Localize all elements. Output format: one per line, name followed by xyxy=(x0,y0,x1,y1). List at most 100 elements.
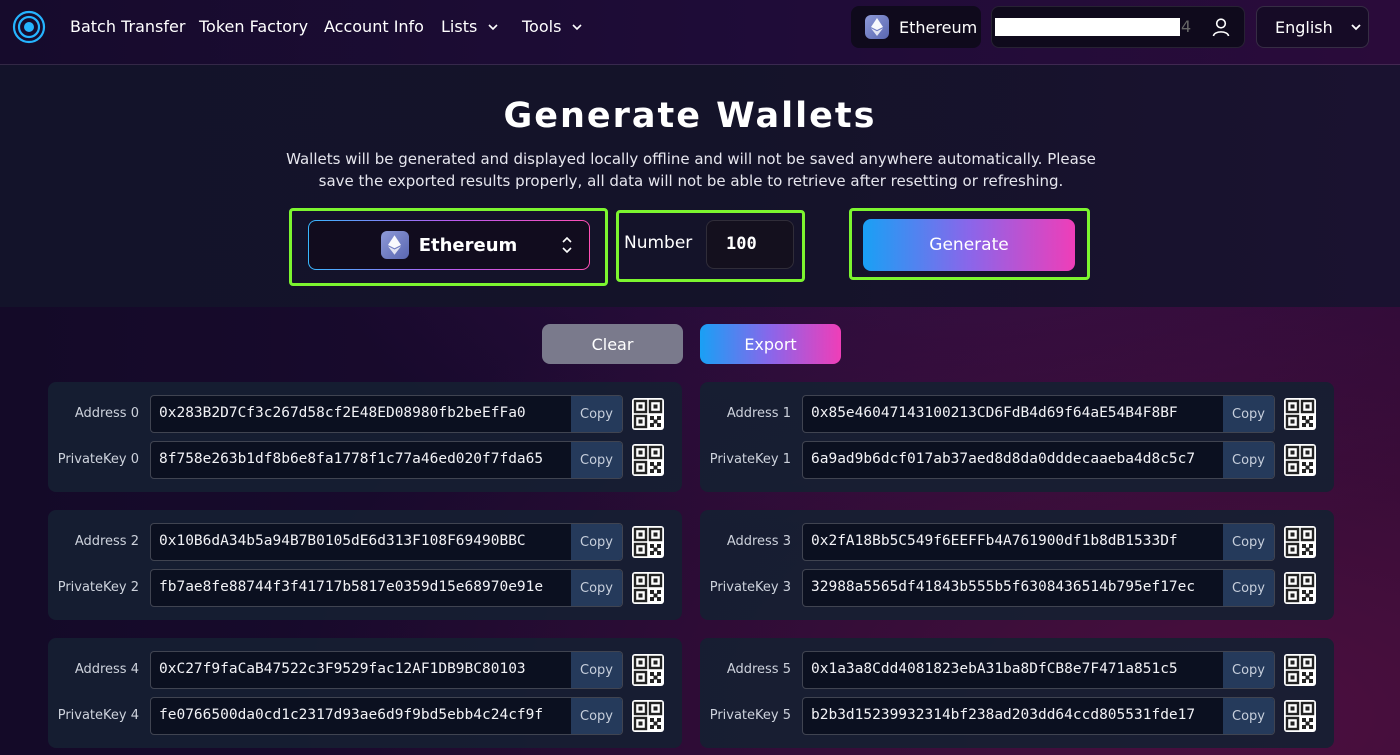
address-field[interactable]: 0x85e46047143100213CD6FdB4d69f64aE54B4F8… xyxy=(802,395,1275,433)
network-selector[interactable]: Ethereum xyxy=(851,6,981,48)
private-key-label: PrivateKey 1 xyxy=(709,452,791,467)
nav-token-factory-label: Token Factory xyxy=(199,17,309,36)
address-value: 0x283B2D7Cf3c267d58cf2E48ED08980fb2beEfF… xyxy=(159,405,526,421)
export-button[interactable]: Export xyxy=(700,324,841,364)
copy-private-key-button[interactable]: Copy xyxy=(571,442,622,478)
private-key-field[interactable]: 8f758e263b1df8b6e8fa1778f1c77a46ed020f7f… xyxy=(150,441,623,479)
address-field[interactable]: 0x10B6dA34b5a94B7B0105dE6d313F108F69490B… xyxy=(150,523,623,561)
redacted-address xyxy=(995,18,1180,36)
network-name: Ethereum xyxy=(899,17,978,37)
user-icon xyxy=(1212,18,1230,37)
address-label: Address 4 xyxy=(74,662,139,677)
chain-select-value: Ethereum xyxy=(418,234,518,256)
nav-tools-menu[interactable]: Tools xyxy=(522,17,583,36)
copy-private-key-button[interactable]: Copy xyxy=(1223,442,1274,478)
address-field[interactable]: 0x1a3a8Cdd4081823ebA31ba8DfCB8e7F471a851… xyxy=(802,651,1275,689)
qr-code-icon[interactable] xyxy=(632,654,664,686)
copy-address-button[interactable]: Copy xyxy=(1223,652,1274,688)
nav-lists-menu[interactable]: Lists xyxy=(441,17,499,36)
address-label: Address 3 xyxy=(726,534,791,549)
private-key-row: PrivateKey 5 b2b3d15239932314bf238ad203d… xyxy=(700,697,1334,735)
address-value: 0xC27f9faCaB47522c3F9529fac12AF1DB9BC801… xyxy=(159,661,526,677)
private-key-value: fe0766500da0cd1c2317d93ae6d9f9bd5ebb4c24… xyxy=(159,707,544,723)
copy-address-button[interactable]: Copy xyxy=(571,652,622,688)
private-key-field[interactable]: 32988a5565df41843b555b5f6308436514b795ef… xyxy=(802,569,1275,607)
private-key-field[interactable]: 6a9ad9b6dcf017ab37aed8d8da0dddecaaeba4d8… xyxy=(802,441,1275,479)
nav-account-info[interactable]: Account Info xyxy=(324,17,424,36)
clear-button[interactable]: Clear xyxy=(542,324,683,364)
address-value: 0x2fA18Bb5C549f6EEFFb4A761900df1b8dB1533… xyxy=(811,533,1178,549)
page-description: Wallets will be generated and displayed … xyxy=(286,150,1096,190)
page-title: Generate Wallets xyxy=(503,96,877,136)
copy-private-key-button[interactable]: Copy xyxy=(571,570,622,606)
address-row: Address 2 0x10B6dA34b5a94B7B0105dE6d313F… xyxy=(48,523,682,561)
qr-code-icon[interactable] xyxy=(1284,444,1316,476)
nav-token-factory[interactable]: Token Factory xyxy=(199,17,308,36)
copy-address-button[interactable]: Copy xyxy=(571,524,622,560)
private-key-row: PrivateKey 4 fe0766500da0cd1c2317d93ae6d… xyxy=(48,697,682,735)
top-nav: Batch Transfer Token Factory Account Inf… xyxy=(0,0,1400,65)
private-key-label: PrivateKey 5 xyxy=(709,708,791,723)
export-button-label: Export xyxy=(744,334,797,354)
address-label: Address 5 xyxy=(726,662,791,677)
private-key-value: 6a9ad9b6dcf017ab37aed8d8da0dddecaaeba4d8… xyxy=(811,451,1196,467)
private-key-field[interactable]: fe0766500da0cd1c2317d93ae6d9f9bd5ebb4c24… xyxy=(150,697,623,735)
copy-address-button[interactable]: Copy xyxy=(571,396,622,432)
private-key-value: 8f758e263b1df8b6e8fa1778f1c77a46ed020f7f… xyxy=(159,451,544,467)
ethereum-icon xyxy=(865,15,889,39)
private-key-label: PrivateKey 0 xyxy=(57,452,139,467)
qr-code-icon[interactable] xyxy=(1284,654,1316,686)
private-key-row: PrivateKey 2 fb7ae8fe88744f3f41717b5817e… xyxy=(48,569,682,607)
copy-private-key-button[interactable]: Copy xyxy=(1223,698,1274,734)
address-field[interactable]: 0x2fA18Bb5C549f6EEFFb4A761900df1b8dB1533… xyxy=(802,523,1275,561)
private-key-row: PrivateKey 3 32988a5565df41843b555b5f630… xyxy=(700,569,1334,607)
up-down-chevron-icon xyxy=(562,236,572,254)
copy-private-key-button[interactable]: Copy xyxy=(571,698,622,734)
number-label: Number xyxy=(624,233,693,253)
qr-code-icon[interactable] xyxy=(1284,398,1316,430)
qr-code-icon[interactable] xyxy=(632,572,664,604)
nav-account-info-label: Account Info xyxy=(324,17,424,36)
wallet-card-4: Address 4 0xC27f9faCaB47522c3F9529fac12A… xyxy=(48,638,682,748)
private-key-label: PrivateKey 4 xyxy=(57,708,139,723)
address-field[interactable]: 0xC27f9faCaB47522c3F9529fac12AF1DB9BC801… xyxy=(150,651,623,689)
app-logo-icon[interactable] xyxy=(12,10,46,44)
private-key-value: b2b3d15239932314bf238ad203dd64ccd805531f… xyxy=(811,707,1196,723)
copy-private-key-button[interactable]: Copy xyxy=(1223,570,1274,606)
account-button[interactable]: 4 xyxy=(991,6,1245,48)
qr-code-icon[interactable] xyxy=(632,700,664,732)
qr-code-icon[interactable] xyxy=(1284,572,1316,604)
copy-address-button[interactable]: Copy xyxy=(1223,396,1274,432)
generate-button[interactable]: Generate xyxy=(863,219,1075,271)
generate-button-label: Generate xyxy=(929,235,1009,255)
clear-button-label: Clear xyxy=(591,334,634,354)
private-key-label: PrivateKey 3 xyxy=(709,580,791,595)
chain-select[interactable]: Ethereum xyxy=(308,220,590,270)
address-row: Address 1 0x85e46047143100213CD6FdB4d69f… xyxy=(700,395,1334,433)
private-key-field[interactable]: fb7ae8fe88744f3f41717b5817e0359d15e68970… xyxy=(150,569,623,607)
wallet-card-5: Address 5 0x1a3a8Cdd4081823ebA31ba8DfCB8… xyxy=(700,638,1334,748)
address-label: Address 0 xyxy=(74,406,139,421)
address-label: Address 2 xyxy=(74,534,139,549)
address-value: 0x1a3a8Cdd4081823ebA31ba8DfCB8e7F471a851… xyxy=(811,661,1178,677)
number-input[interactable]: 100 xyxy=(706,220,794,269)
nav-batch-transfer[interactable]: Batch Transfer xyxy=(70,17,185,36)
qr-code-icon[interactable] xyxy=(632,526,664,558)
language-selector[interactable]: English xyxy=(1256,6,1369,48)
address-field[interactable]: 0x283B2D7Cf3c267d58cf2E48ED08980fb2beEfF… xyxy=(150,395,623,433)
qr-code-icon[interactable] xyxy=(632,398,664,430)
nav-lists-label: Lists xyxy=(441,17,478,36)
qr-code-icon[interactable] xyxy=(1284,700,1316,732)
private-key-label: PrivateKey 2 xyxy=(57,580,139,595)
ethereum-icon xyxy=(380,231,409,259)
wallet-card-0: Address 0 0x283B2D7Cf3c267d58cf2E48ED089… xyxy=(48,382,682,492)
nav-tools-label: Tools xyxy=(522,17,562,36)
address-value: 0x10B6dA34b5a94B7B0105dE6d313F108F69490B… xyxy=(159,533,526,549)
private-key-field[interactable]: b2b3d15239932314bf238ad203dd64ccd805531f… xyxy=(802,697,1275,735)
private-key-value: 32988a5565df41843b555b5f6308436514b795ef… xyxy=(811,579,1196,595)
private-key-row: PrivateKey 0 8f758e263b1df8b6e8fa1778f1c… xyxy=(48,441,682,479)
copy-address-button[interactable]: Copy xyxy=(1223,524,1274,560)
address-row: Address 4 0xC27f9faCaB47522c3F9529fac12A… xyxy=(48,651,682,689)
qr-code-icon[interactable] xyxy=(632,444,664,476)
qr-code-icon[interactable] xyxy=(1284,526,1316,558)
